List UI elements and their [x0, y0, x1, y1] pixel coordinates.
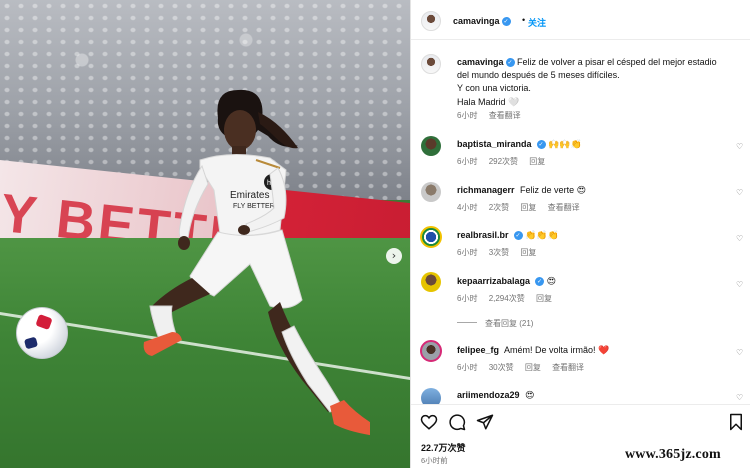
svg-text:Emirates: Emirates [230, 190, 269, 201]
post-side-panel: camavinga ✓ • 关注 camavinga ✓ Feliz de volv… [410, 0, 750, 468]
comment-time[interactable]: 4小时 [457, 203, 477, 212]
comment-time[interactable]: 6小时 [457, 294, 477, 303]
comment-text: realbrasil.br ✓ 👏👏👏 [457, 230, 559, 240]
caption-line: Hala Madrid 🤍 [457, 96, 520, 107]
follow-button[interactable]: 关注 [528, 16, 546, 29]
heart-icon[interactable]: ♡ [736, 280, 745, 289]
post-photo[interactable]: Y BETTER Emirates FLY BETTER hp [0, 0, 410, 468]
comment-likes[interactable]: 292次赞 [489, 157, 518, 166]
avatar[interactable] [421, 136, 441, 156]
reply-button[interactable]: 回复 [536, 294, 552, 303]
comment-meta: 6小时 3次赞 回复 [457, 247, 545, 258]
comment-username[interactable]: ariimendoza29 [457, 390, 520, 400]
heart-icon[interactable]: ♡ [736, 142, 745, 151]
comment-username[interactable]: kepaarrizabalaga [457, 276, 530, 286]
caption-line: del mundo después de 5 meses difíciles. [457, 70, 620, 81]
author-username[interactable]: camavinga ✓ [453, 16, 511, 26]
player-figure: Emirates FLY BETTER hp [143, 89, 370, 436]
comment-likes[interactable]: 2次赞 [489, 203, 509, 212]
svg-text:FLY BETTER: FLY BETTER [233, 203, 275, 210]
caption-time[interactable]: 6小时 [457, 111, 477, 120]
soccer-ball [16, 307, 68, 359]
comment-likes[interactable]: 2,294次赞 [489, 294, 525, 303]
reply-button[interactable]: 回复 [525, 363, 541, 372]
comment-text: ariimendoza29 😍 [457, 390, 535, 400]
heart-icon[interactable]: ♡ [736, 393, 745, 402]
comment-username[interactable]: richmanagerr [457, 185, 515, 195]
comment-likes[interactable]: 30次赞 [489, 363, 514, 372]
caption-meta: 6小时 查看翻译 [457, 110, 530, 121]
reply-button[interactable]: 回复 [520, 203, 536, 212]
comment-meta: 4小时 2次赞 回复 查看翻译 [457, 202, 589, 213]
heart-icon[interactable] [420, 413, 438, 431]
avatar[interactable] [420, 340, 442, 362]
caption-line: Feliz de volver a pisar el césped del me… [517, 57, 717, 67]
see-translation-link[interactable]: 查看翻译 [548, 203, 580, 212]
separator-dot: • [522, 15, 526, 25]
share-icon[interactable] [476, 413, 494, 431]
like-count[interactable]: 22.7万次赞 [421, 441, 466, 454]
chevron-right-icon[interactable]: › [386, 248, 402, 264]
avatar[interactable] [421, 182, 441, 202]
heart-icon[interactable]: ♡ [736, 348, 745, 357]
comment-time[interactable]: 6小时 [457, 248, 477, 257]
comment-username[interactable]: felipee_fg [457, 345, 499, 355]
post-timestamp: 6小时前 [421, 456, 448, 465]
post-caption: camavinga ✓ Feliz de volver a pisar el cé… [457, 56, 743, 109]
watermark: www.365jz.com [625, 447, 721, 462]
replies-divider [457, 322, 477, 323]
comment-time[interactable]: 6小时 [457, 363, 477, 372]
comment-text: felipee_fg Amém! De volta irmão! ❤️ [457, 345, 610, 355]
comment-likes[interactable]: 3次赞 [489, 248, 509, 257]
caption-username[interactable]: camavinga [457, 57, 504, 67]
comment-username[interactable]: baptista_miranda [457, 139, 532, 149]
reply-button[interactable]: 回复 [529, 157, 545, 166]
caption-line: Y con una victoria. [457, 83, 531, 94]
comment-meta: 6小时 2,294次赞 回复 [457, 293, 561, 304]
comment-username[interactable]: realbrasil.br [457, 230, 509, 240]
verified-badge-icon: ✓ [513, 231, 523, 240]
heart-icon[interactable]: ♡ [736, 188, 745, 197]
avatar[interactable] [421, 11, 441, 31]
heart-icon[interactable]: ♡ [736, 234, 745, 243]
comment-meta: 6小时 292次赞 回复 [457, 156, 554, 167]
verified-badge-icon: ✓ [501, 17, 511, 26]
reply-button[interactable]: 回复 [520, 248, 536, 257]
see-translation-link[interactable]: 查看翻译 [552, 363, 584, 372]
instagram-post-window: Y BETTER Emirates FLY BETTER hp [0, 0, 750, 468]
see-translation-link[interactable]: 查看翻译 [489, 111, 521, 120]
comment-meta: 6小时 30次赞 回复 查看翻译 [457, 362, 593, 373]
action-bar: 22.7万次赞 6小时前 www.365jz.com [411, 404, 750, 468]
avatar[interactable] [421, 272, 441, 292]
verified-badge-icon: ✓ [535, 277, 545, 286]
comment-text: baptista_miranda ✓ 🙌🙌👏 [457, 139, 582, 149]
post-header: camavinga ✓ • 关注 [411, 0, 750, 40]
comment-text: kepaarrizabalaga ✓ 😍 [457, 276, 556, 286]
comment-icon[interactable] [448, 413, 466, 431]
view-replies-button[interactable]: 查看回复 (21) [485, 318, 533, 329]
avatar[interactable] [421, 54, 441, 74]
verified-badge-icon: ✓ [536, 140, 546, 149]
comment-text: richmanagerr Feliz de verte 😍 [457, 185, 586, 195]
avatar[interactable] [420, 226, 442, 248]
verified-badge-icon: ✓ [505, 58, 515, 67]
bookmark-icon[interactable] [727, 413, 745, 431]
comment-time[interactable]: 6小时 [457, 157, 477, 166]
